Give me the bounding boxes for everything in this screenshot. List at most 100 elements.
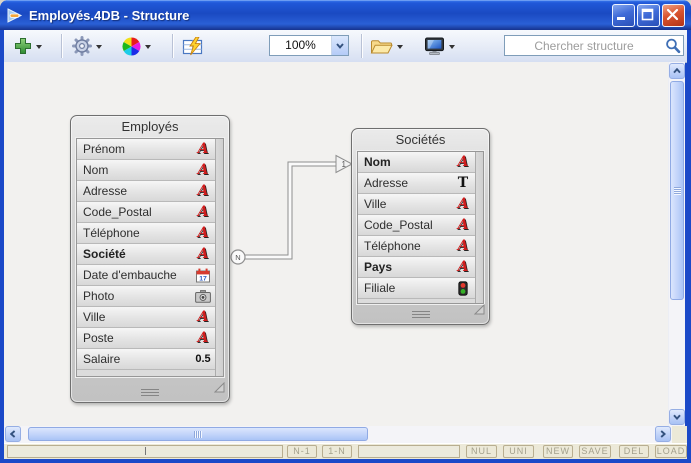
alpha-type-icon: A bbox=[454, 153, 472, 171]
field-row[interactable]: Code_Postal A bbox=[358, 215, 475, 236]
table-footer bbox=[352, 302, 489, 324]
colors-button[interactable] bbox=[122, 30, 151, 62]
field-label: Ville bbox=[83, 310, 194, 324]
field-label: Adresse bbox=[83, 184, 194, 198]
field-label: Téléphone bbox=[83, 226, 194, 240]
boolean-type-icon bbox=[454, 281, 472, 296]
magnifier-icon[interactable] bbox=[665, 38, 681, 54]
text-type-icon: T bbox=[454, 174, 472, 192]
chevron-up-icon bbox=[673, 68, 681, 74]
vertical-scrollbar[interactable] bbox=[668, 62, 685, 426]
chevron-down-icon bbox=[96, 45, 102, 52]
title-bar[interactable]: Employés.4DB - Structure bbox=[0, 0, 691, 30]
text-cursor bbox=[145, 447, 146, 455]
field-label: Filiale bbox=[364, 281, 454, 295]
fields-scrollbar[interactable] bbox=[475, 152, 483, 303]
relation-n1-button[interactable]: N-1 bbox=[287, 445, 317, 458]
alpha-type-icon: A bbox=[194, 203, 212, 221]
uni-button[interactable]: UNI bbox=[503, 445, 534, 458]
field-row[interactable]: Photo bbox=[77, 286, 215, 307]
field-label: Date d'embauche bbox=[83, 268, 194, 282]
alpha-type-icon: A bbox=[454, 258, 472, 276]
real-number-type-icon: 0.5 bbox=[194, 350, 212, 368]
relation-1n-button[interactable]: 1-N bbox=[322, 445, 352, 458]
table-societes[interactable]: Sociétés Nom A Adresse T Ville A Code_Po… bbox=[351, 128, 490, 325]
search-field[interactable] bbox=[504, 35, 684, 56]
scroll-down-button[interactable] bbox=[669, 409, 685, 425]
zoom-select[interactable]: 100% bbox=[269, 35, 349, 56]
alpha-type-icon: A bbox=[194, 224, 212, 242]
alpha-type-icon: A bbox=[194, 329, 212, 347]
field-label: Pays bbox=[364, 260, 454, 274]
field-row[interactable]: Société A bbox=[77, 244, 215, 265]
field-row[interactable]: Adresse A bbox=[77, 181, 215, 202]
horizontal-scrollbar[interactable] bbox=[4, 426, 672, 443]
display-button[interactable] bbox=[424, 30, 455, 62]
field-row[interactable]: Nom A bbox=[77, 160, 215, 181]
field-row[interactable]: Prénom A bbox=[77, 139, 215, 160]
minimize-button[interactable] bbox=[612, 4, 635, 27]
field-row[interactable]: Adresse T bbox=[358, 173, 475, 194]
field-row[interactable]: Téléphone A bbox=[77, 223, 215, 244]
field-label: Ville bbox=[364, 197, 454, 211]
horizontal-scroll-thumb[interactable] bbox=[28, 427, 368, 441]
table-employes[interactable]: Employés Prénom A Nom A Adresse A Code_P… bbox=[70, 115, 230, 403]
relation-many-label: N bbox=[235, 253, 240, 262]
scroll-left-button[interactable] bbox=[5, 426, 21, 442]
window-title: Employés.4DB - Structure bbox=[29, 8, 612, 23]
date-type-icon: 17 bbox=[194, 268, 212, 283]
fields-scrollbar[interactable] bbox=[215, 139, 223, 376]
drag-grip-icon[interactable] bbox=[412, 311, 430, 318]
chevron-down-icon bbox=[449, 45, 455, 52]
quick-report-button[interactable] bbox=[182, 30, 204, 62]
nul-button[interactable]: NUL bbox=[466, 445, 497, 458]
combo-arrow-button[interactable] bbox=[331, 36, 348, 55]
scroll-up-button[interactable] bbox=[669, 63, 685, 79]
del-button[interactable]: DEL bbox=[619, 445, 649, 458]
field-row[interactable]: Code_Postal A bbox=[77, 202, 215, 223]
table-title[interactable]: Sociétés bbox=[352, 129, 489, 151]
field-row[interactable]: Pays A bbox=[358, 257, 475, 278]
status-info-field bbox=[358, 445, 460, 458]
alpha-type-icon: A bbox=[194, 182, 212, 200]
alpha-type-icon: A bbox=[194, 140, 212, 158]
scroll-right-button[interactable] bbox=[655, 426, 671, 442]
field-row[interactable]: Filiale bbox=[358, 278, 475, 299]
new-button[interactable]: NEW bbox=[543, 445, 573, 458]
maximize-button[interactable] bbox=[637, 4, 660, 27]
chevron-right-icon bbox=[660, 430, 666, 438]
resize-handle-icon[interactable] bbox=[474, 302, 485, 320]
close-button[interactable] bbox=[662, 4, 685, 27]
open-button[interactable] bbox=[370, 30, 403, 62]
chevron-down-icon bbox=[36, 45, 42, 52]
field-label: Prénom bbox=[83, 142, 194, 156]
resize-handle-icon[interactable] bbox=[214, 380, 225, 398]
field-row[interactable]: Ville A bbox=[358, 194, 475, 215]
field-row[interactable]: Ville A bbox=[77, 307, 215, 328]
search-input[interactable] bbox=[505, 38, 663, 54]
table-footer bbox=[71, 380, 229, 402]
alpha-type-icon: A bbox=[454, 216, 472, 234]
field-label: Code_Postal bbox=[83, 205, 194, 219]
status-bar: N-1 1-N NUL UNI NEW SAVE DEL LOAD bbox=[4, 443, 687, 459]
structure-canvas[interactable]: 1 N Employés Prénom A Nom A Adresse A bbox=[4, 62, 668, 426]
drag-grip-icon[interactable] bbox=[141, 389, 159, 396]
field-row[interactable]: Date d'embauche 17 bbox=[77, 265, 215, 286]
settings-button[interactable] bbox=[72, 30, 102, 62]
field-row[interactable]: Salaire 0.5 bbox=[77, 349, 215, 370]
field-label: Nom bbox=[364, 155, 454, 169]
vertical-scroll-thumb[interactable] bbox=[670, 81, 684, 300]
table-title[interactable]: Employés bbox=[71, 116, 229, 138]
field-list: Nom A Adresse T Ville A Code_Postal A Té… bbox=[357, 151, 484, 304]
alpha-type-icon: A bbox=[194, 161, 212, 179]
field-label: Adresse bbox=[364, 176, 454, 190]
zoom-value: 100% bbox=[270, 36, 331, 55]
field-row[interactable]: Poste A bbox=[77, 328, 215, 349]
add-button[interactable] bbox=[14, 30, 42, 62]
load-button[interactable]: LOAD bbox=[655, 445, 687, 458]
field-label: Poste bbox=[83, 331, 194, 345]
field-row[interactable]: Téléphone A bbox=[358, 236, 475, 257]
field-row[interactable]: Nom A bbox=[358, 152, 475, 173]
chevron-left-icon bbox=[10, 430, 16, 438]
save-button[interactable]: SAVE bbox=[579, 445, 611, 458]
